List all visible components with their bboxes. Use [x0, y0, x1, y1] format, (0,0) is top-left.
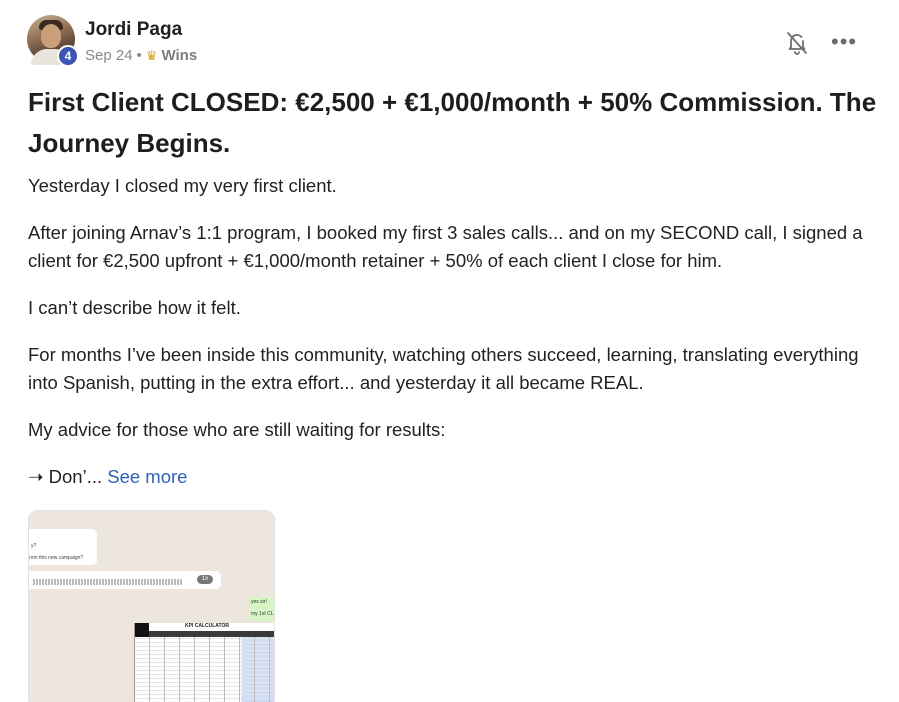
avatar[interactable]: 4 — [27, 15, 79, 67]
truncated-paragraph: ➝ Don’... See more — [28, 463, 878, 491]
truncated-text: ➝ Don’... — [28, 466, 103, 487]
crown-icon: ♛ — [145, 47, 158, 63]
spreadsheet-screenshot: KPI CALCULATOR — [134, 623, 274, 702]
body-paragraph: For months I’ve been inside this communi… — [28, 344, 859, 393]
more-options-icon[interactable]: ••• — [831, 31, 857, 53]
chat-bubble-outgoing: yes sir! — [249, 597, 274, 609]
voice-speed-badge: 1x — [197, 575, 213, 584]
chat-bubble-outgoing: my 1st CL — [249, 609, 274, 621]
voice-message: 1x — [29, 571, 221, 589]
chat-text: y? — [31, 543, 37, 549]
author-name[interactable]: Jordi Paga — [85, 19, 182, 41]
post-body: Yesterday I closed my very first client.… — [28, 172, 878, 510]
post-meta: Sep 24 • ♛ Wins — [85, 47, 197, 64]
meta-separator: • — [136, 47, 142, 64]
body-paragraph: I can’t describe how it felt. — [28, 297, 241, 318]
sheet-grid-lines — [135, 637, 274, 702]
chat-bubble-incoming: y? rom this new campaign? — [29, 529, 97, 565]
attachment-image[interactable]: y? rom this new campaign? 1x yes sir! my… — [28, 510, 275, 702]
category-label[interactable]: Wins — [161, 47, 197, 64]
post-date[interactable]: Sep 24 — [85, 47, 133, 64]
sheet-corner — [135, 623, 149, 637]
voice-waveform — [33, 579, 183, 585]
post-title: First Client CLOSED: €2,500 + €1,000/mon… — [28, 87, 877, 158]
body-paragraph: Yesterday I closed my very first client. — [28, 175, 337, 196]
body-paragraph: My advice for those who are still waitin… — [28, 419, 446, 440]
bell-off-icon[interactable] — [785, 30, 809, 56]
avatar-face — [41, 24, 61, 48]
sheet-title: KPI CALCULATOR — [135, 623, 274, 631]
body-paragraph: After joining Arnav’s 1:1 program, I boo… — [28, 222, 863, 271]
level-badge: 4 — [57, 45, 79, 67]
post-card: 4 Jordi Paga Sep 24 • ♛ Wins ••• First C… — [0, 0, 899, 702]
see-more-link[interactable]: See more — [107, 466, 187, 487]
chat-text: rom this new campaign? — [29, 555, 84, 561]
